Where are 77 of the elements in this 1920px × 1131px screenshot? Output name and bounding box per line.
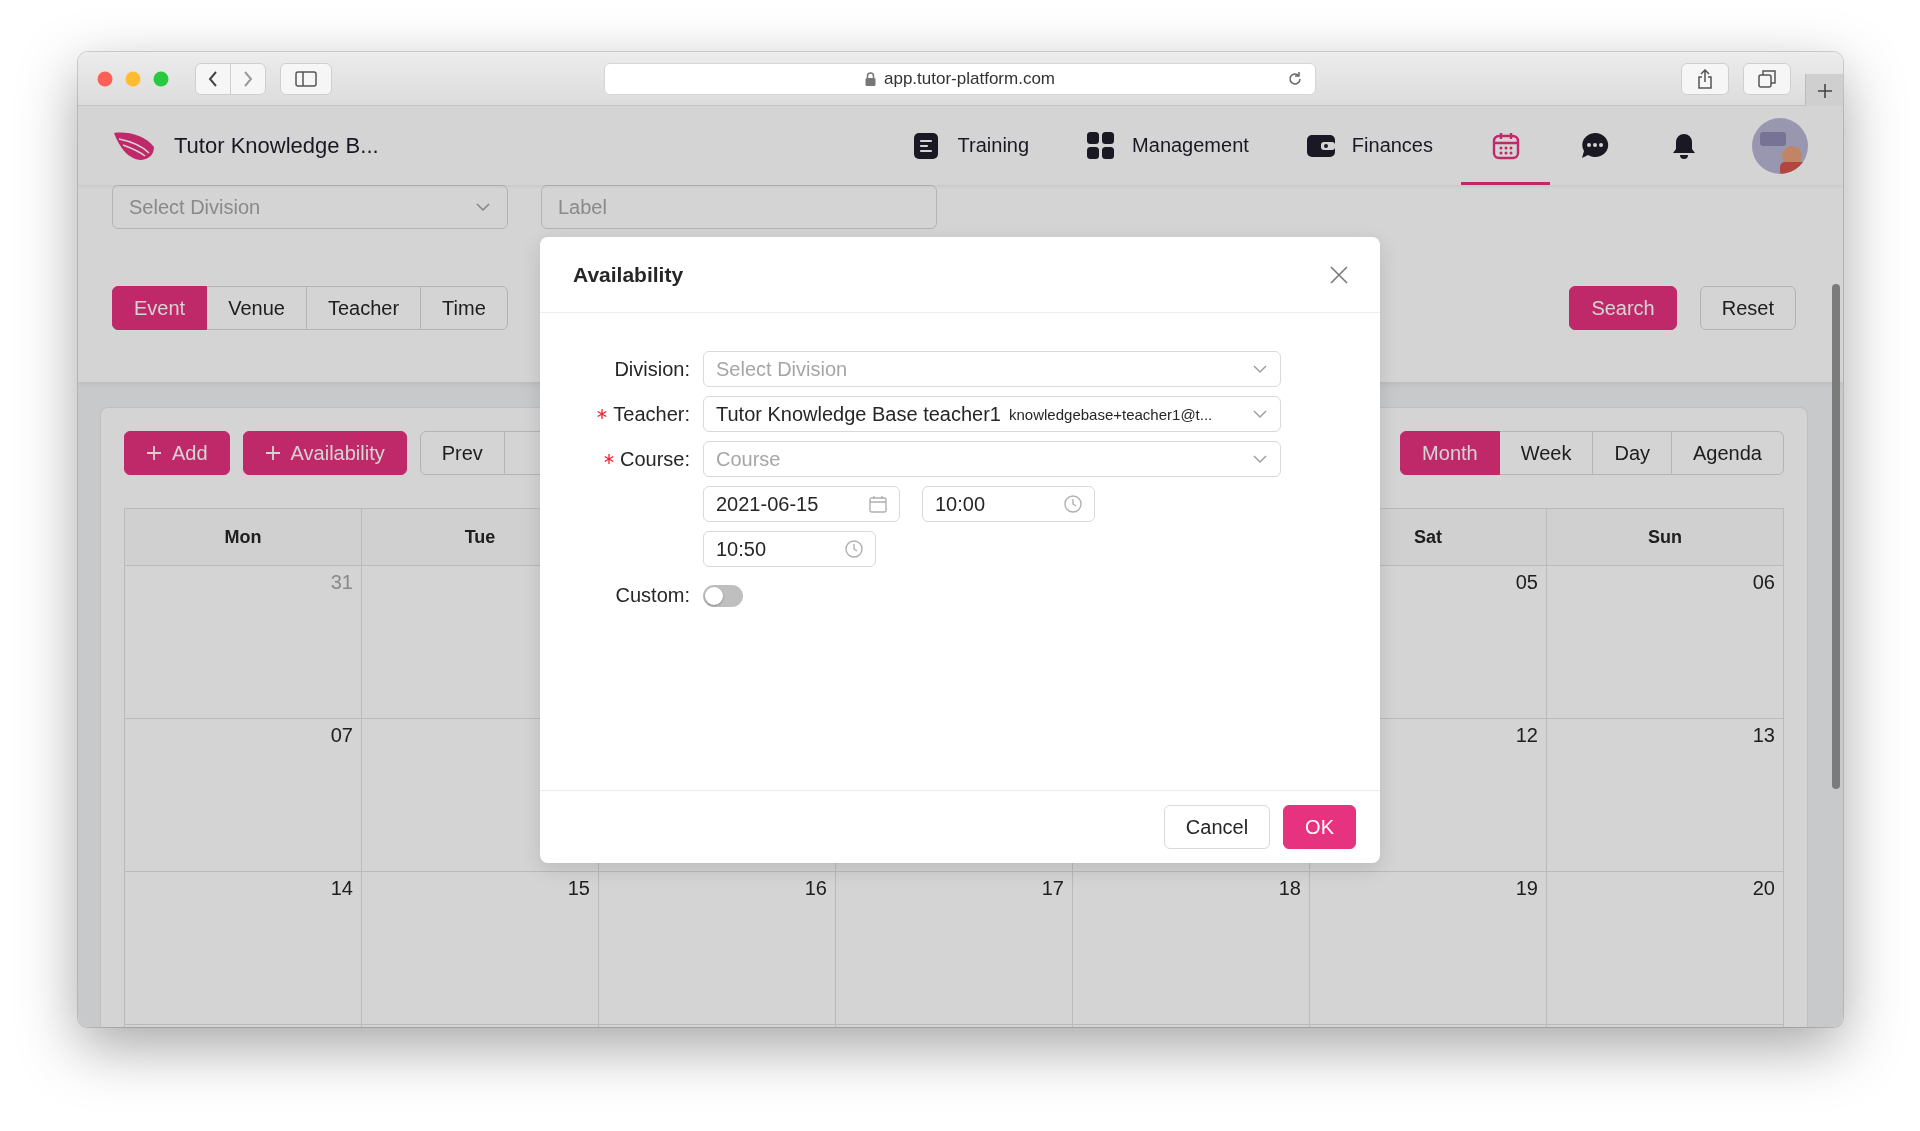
calendar-icon xyxy=(1491,131,1520,160)
date-number: 17 xyxy=(1041,877,1064,900)
toggle-switch[interactable] xyxy=(703,584,743,607)
chevron-down-icon xyxy=(1252,452,1268,466)
teacher-select[interactable]: Tutor Knowledge Base teacher1 knowledgebase+teacher1@t... xyxy=(703,396,1281,432)
field-label: Division: xyxy=(614,357,690,381)
view-tab[interactable]: Agenda xyxy=(1671,431,1784,475)
wing-logo-icon xyxy=(113,130,155,161)
nav-link[interactable]: Training xyxy=(957,134,1030,157)
chat-icon xyxy=(1580,131,1609,160)
app-title: Tutor Knowledge B... xyxy=(174,132,379,159)
prev-button[interactable]: Prev xyxy=(419,431,505,475)
document-icon xyxy=(912,131,941,160)
date-number: 31 xyxy=(330,571,353,594)
date-number: 15 xyxy=(567,877,590,900)
sidebar-button[interactable] xyxy=(280,62,332,95)
start-time-field[interactable]: 10:00 xyxy=(922,486,1095,522)
date-number: 20 xyxy=(1752,877,1775,900)
end-time-field[interactable]: 10:50 xyxy=(703,531,876,567)
sidebar-icon xyxy=(295,70,317,87)
date-number: 16 xyxy=(804,877,827,900)
search-button[interactable]: Search xyxy=(1569,286,1677,330)
plus-icon xyxy=(146,445,162,461)
date-number: 19 xyxy=(1515,877,1538,900)
plus-icon xyxy=(264,445,281,461)
chevron-down-icon xyxy=(1252,407,1268,421)
nav-link[interactable]: Finances xyxy=(1351,134,1433,157)
field-label: Course: xyxy=(619,447,690,471)
chevron-down-icon xyxy=(475,200,491,214)
nav-link[interactable]: Management xyxy=(1132,134,1249,157)
weekday-label: Mon xyxy=(224,526,262,548)
availability-button[interactable]: Availability xyxy=(242,431,407,475)
date-number: 07 xyxy=(330,724,353,747)
new-tab-button[interactable] xyxy=(1805,74,1843,107)
date-number: 13 xyxy=(1752,724,1775,747)
date-number: 14 xyxy=(330,877,353,900)
filter-tab[interactable]: Time xyxy=(420,286,508,330)
filter-tab[interactable]: Event xyxy=(112,286,208,330)
reload-icon[interactable] xyxy=(1287,71,1303,87)
field-label: Custom: xyxy=(615,584,690,607)
weekday-label: Sat xyxy=(1414,526,1442,548)
field-label: Teacher: xyxy=(613,402,690,426)
chevron-left-icon xyxy=(207,69,219,88)
back-button[interactable] xyxy=(195,62,231,95)
tabs-button[interactable] xyxy=(1743,63,1791,95)
date-number: 18 xyxy=(1278,877,1301,900)
grid-icon xyxy=(1087,131,1116,160)
dialog-title: Availability xyxy=(573,262,684,287)
view-tab[interactable]: Day xyxy=(1592,431,1673,475)
chevron-down-icon xyxy=(1252,362,1268,376)
close-icon[interactable] xyxy=(1330,265,1348,284)
view-tab[interactable]: Month xyxy=(1400,431,1500,475)
share-icon xyxy=(1697,69,1713,89)
clock-icon xyxy=(845,540,863,558)
lock-icon xyxy=(865,72,876,86)
filter-tab[interactable]: Venue xyxy=(206,286,307,330)
date-number: 12 xyxy=(1515,724,1538,747)
date-number: 06 xyxy=(1752,571,1775,594)
cancel-button[interactable]: Cancel xyxy=(1163,805,1271,849)
date-number: 05 xyxy=(1515,571,1538,594)
calendar-icon xyxy=(869,495,887,513)
close-icon[interactable] xyxy=(97,70,113,87)
url-text: app.tutor-platform.com xyxy=(884,69,1055,89)
clock-icon xyxy=(1064,495,1082,513)
view-tab[interactable]: Week xyxy=(1498,431,1594,475)
weekday-label: Sun xyxy=(1648,526,1682,548)
plus-icon xyxy=(1816,82,1833,99)
chevron-right-icon xyxy=(242,69,254,88)
ok-button[interactable]: OK xyxy=(1283,805,1356,849)
reset-button[interactable]: Reset xyxy=(1699,286,1796,330)
share-button[interactable] xyxy=(1681,63,1729,95)
filter-tab[interactable]: Teacher xyxy=(305,286,422,330)
address-bar[interactable]: app.tutor-platform.com xyxy=(604,63,1316,95)
date-field[interactable]: 2021-06-15 xyxy=(703,486,900,522)
tabs-icon xyxy=(1758,70,1776,88)
weekday-label: Tue xyxy=(464,526,496,548)
add-button[interactable]: Add xyxy=(124,431,230,475)
